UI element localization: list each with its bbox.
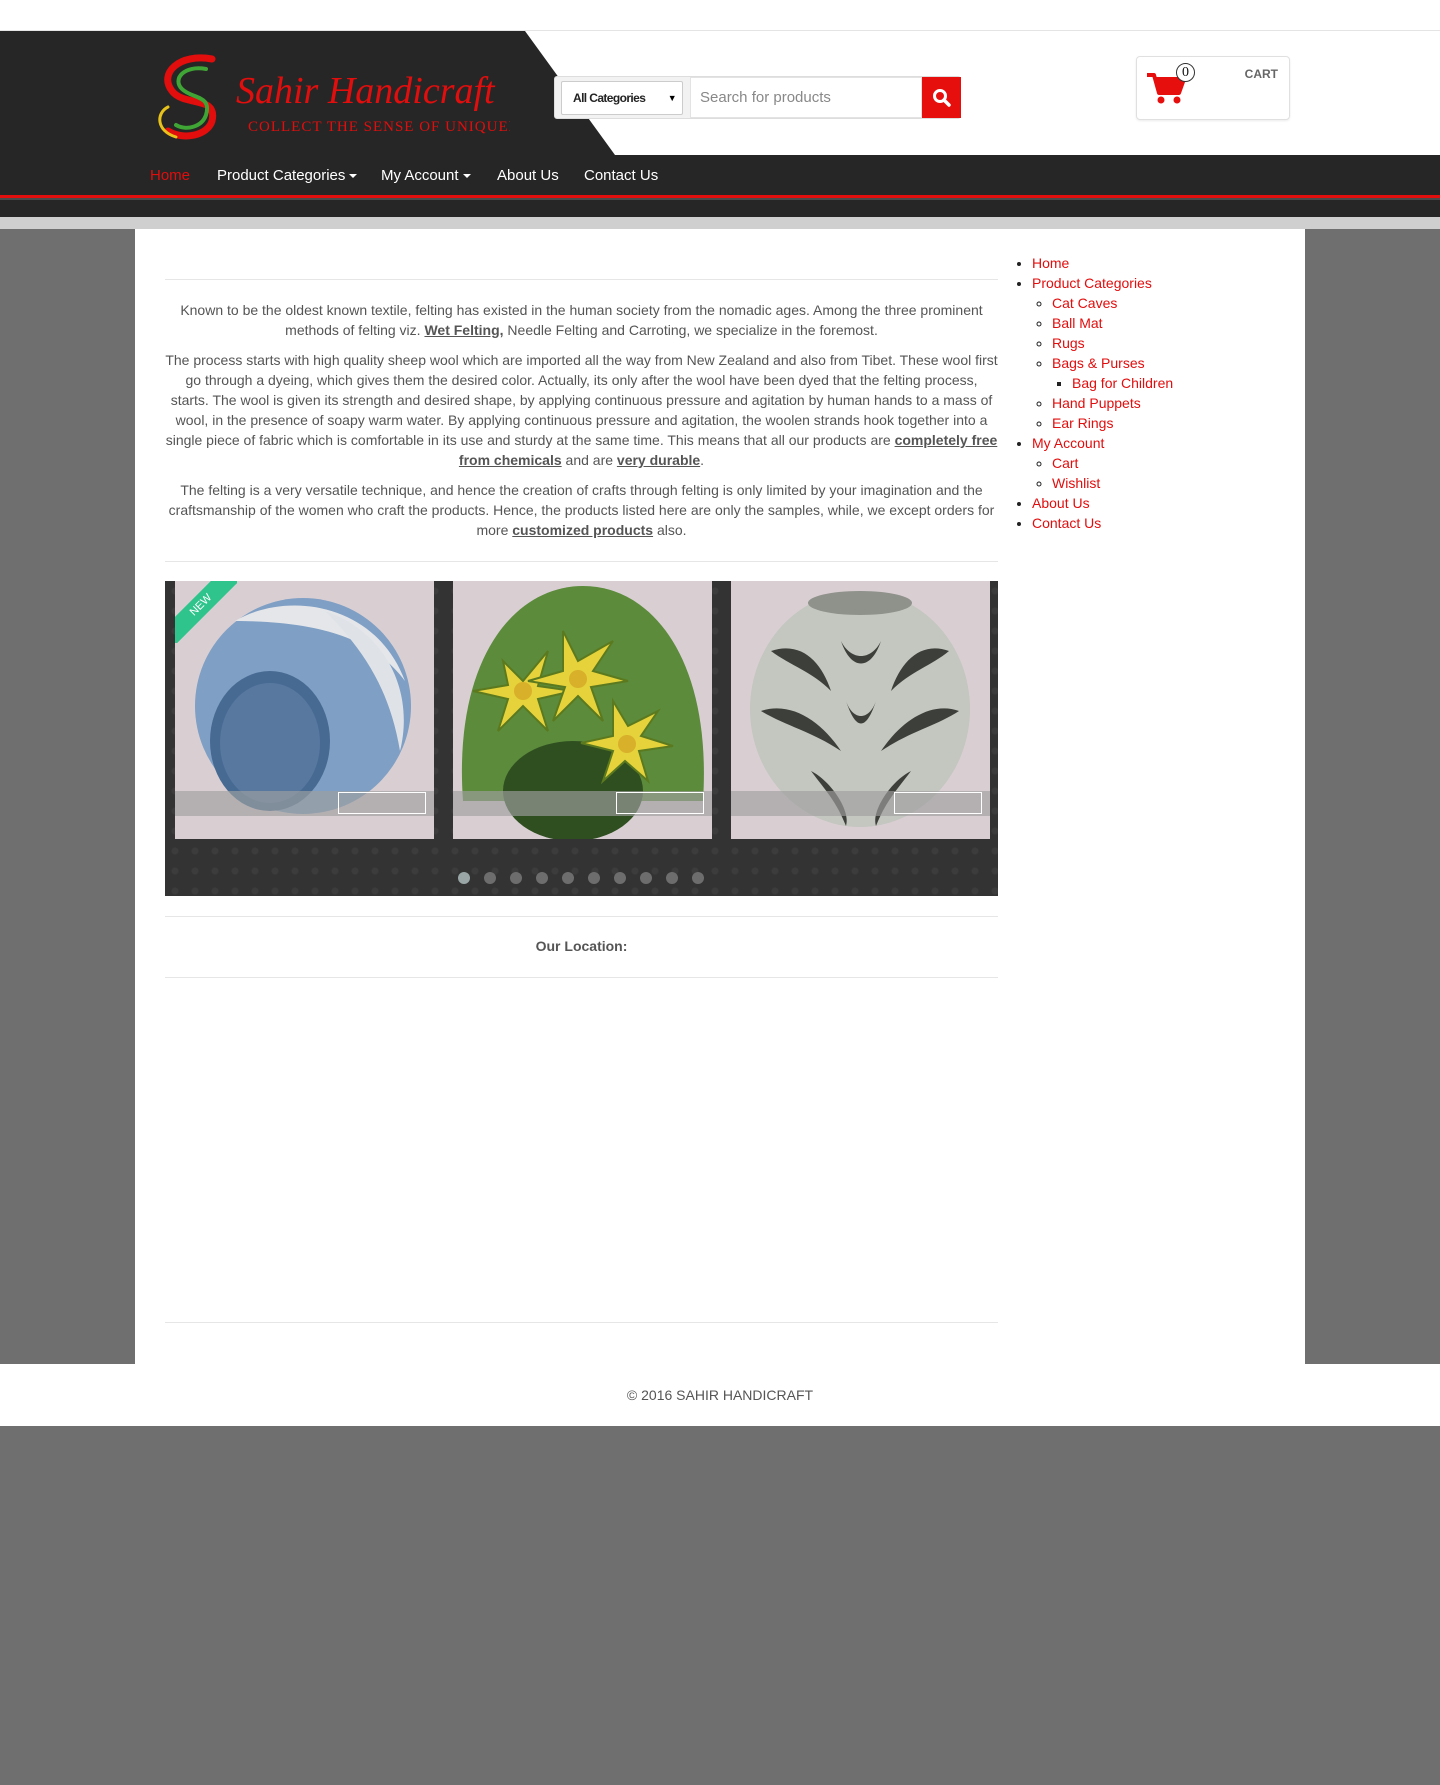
slider-dot[interactable] [458,872,470,884]
sidebar-item-cart[interactable]: Cart [1052,455,1078,471]
slide-blue-cat-cave[interactable]: NEW [175,581,434,839]
nav-about-us[interactable]: About Us [497,167,559,184]
sidebar-item-bag-for-children[interactable]: Bag for Children [1072,375,1173,391]
copyright-text: © 2016 SAHIR HANDICRAFT [626,1387,814,1403]
nav-my-account-label: My Account [381,167,459,184]
intro-text-span: also. [656,522,687,538]
caret-down-icon [462,174,471,179]
divider [165,977,998,978]
divider [165,1322,998,1323]
slider-dot[interactable] [588,872,600,884]
slider-dot[interactable] [614,872,626,884]
search-placeholder: Search for products [700,89,831,106]
location-heading: Our Location: [535,938,628,954]
svg-text:Sahir Handicraft: Sahir Handicraft [236,70,496,112]
sidebar-item-ball-mat[interactable]: Ball Mat [1052,315,1103,331]
watermark-logo [894,792,982,814]
cart-label[interactable]: CART [1245,67,1278,81]
durable-emphasis: very durable [616,452,701,468]
sidebar-item-rugs[interactable]: Rugs [1052,335,1085,351]
watermark-logo [616,792,704,814]
new-badge-label: NEW [175,581,237,643]
top-bar [0,0,1440,31]
site-footer: © 2016 SAHIR HANDICRAFT [0,1364,1440,1426]
nav-contact-us[interactable]: Contact Us [584,167,658,184]
intro-text-span: Needle Felting and Carroting, we special… [507,322,878,338]
sidebar-item-ear-rings[interactable]: Ear Rings [1052,415,1113,431]
nav-my-account[interactable]: My Account [381,167,471,184]
sidebar-menu: Home Product Categories Cat Caves Ball M… [1016,253,1173,533]
intro-paragraph: The felting is a very versatile techniqu… [165,480,998,540]
search-bar: All Categories ▼ Search for products [554,76,961,119]
nav-product-categories[interactable]: Product Categories [217,167,358,184]
intro-text-span: and are [565,452,614,468]
nav-divider [0,198,1440,200]
intro-paragraph: The process starts with high quality she… [165,350,998,470]
site-header: Sahir Handicraft COLLECT THE SENSE OF UN… [0,31,1440,155]
search-icon [932,88,951,107]
gray-divider-bar [0,217,1440,229]
intro-text-span: . [700,452,705,468]
cart-count-badge: 0 [1176,63,1195,82]
customized-products-emphasis: customized products [512,522,654,538]
caret-down-icon [349,174,358,179]
intro-text-span: The process starts with high quality she… [165,352,998,448]
slider-pagination [458,872,704,884]
slider-dot[interactable] [484,872,496,884]
intro-paragraph: Known to be the oldest known textile, fe… [165,300,998,340]
sidebar-item-cat-caves[interactable]: Cat Caves [1052,295,1117,311]
divider [165,279,998,280]
nav-product-categories-label: Product Categories [217,167,346,184]
search-input[interactable]: Search for products [690,77,922,118]
slider-dot[interactable] [536,872,548,884]
sidebar-item-wishlist[interactable]: Wishlist [1052,475,1100,491]
sidebar-item-product-categories[interactable]: Product Categories [1032,275,1152,291]
search-button[interactable] [922,77,961,118]
sidebar-item-about-us[interactable]: About Us [1032,495,1090,511]
nav-home[interactable]: Home [150,167,190,184]
slide-grey-felt-bowl[interactable] [731,581,990,839]
category-select-value: All Categories [573,91,646,105]
wet-felting-emphasis: Wet Felting, [424,322,504,338]
watermark-logo [338,792,426,814]
main-navigation: Home Product Categories My Account About… [0,155,1440,217]
category-select[interactable]: All Categories ▼ [561,81,683,115]
brand-logo[interactable]: Sahir Handicraft COLLECT THE SENSE OF UN… [150,51,510,143]
sidebar-item-bags-purses[interactable]: Bags & Purses [1052,355,1145,371]
divider [165,916,998,917]
chevron-down-icon: ▼ [667,93,677,103]
slide-green-cat-cave[interactable] [453,581,712,839]
slider-dot[interactable] [562,872,574,884]
slider-dot[interactable] [510,872,522,884]
slider-dot[interactable] [640,872,652,884]
svg-text:COLLECT THE SENSE OF UNIQUENES: COLLECT THE SENSE OF UNIQUENESS [248,119,510,135]
sidebar-item-contact-us[interactable]: Contact Us [1032,515,1101,531]
sidebar-item-hand-puppets[interactable]: Hand Puppets [1052,395,1141,411]
divider [165,561,998,562]
product-slider[interactable]: NEW [165,581,998,896]
sidebar-item-home[interactable]: Home [1032,255,1069,271]
slider-dot[interactable] [692,872,704,884]
sidebar-item-my-account[interactable]: My Account [1032,435,1104,451]
cart-widget[interactable]: 0 CART [1136,56,1290,120]
new-badge: NEW [175,581,237,643]
intro-text: Known to be the oldest known textile, fe… [165,300,998,550]
slider-dot[interactable] [666,872,678,884]
